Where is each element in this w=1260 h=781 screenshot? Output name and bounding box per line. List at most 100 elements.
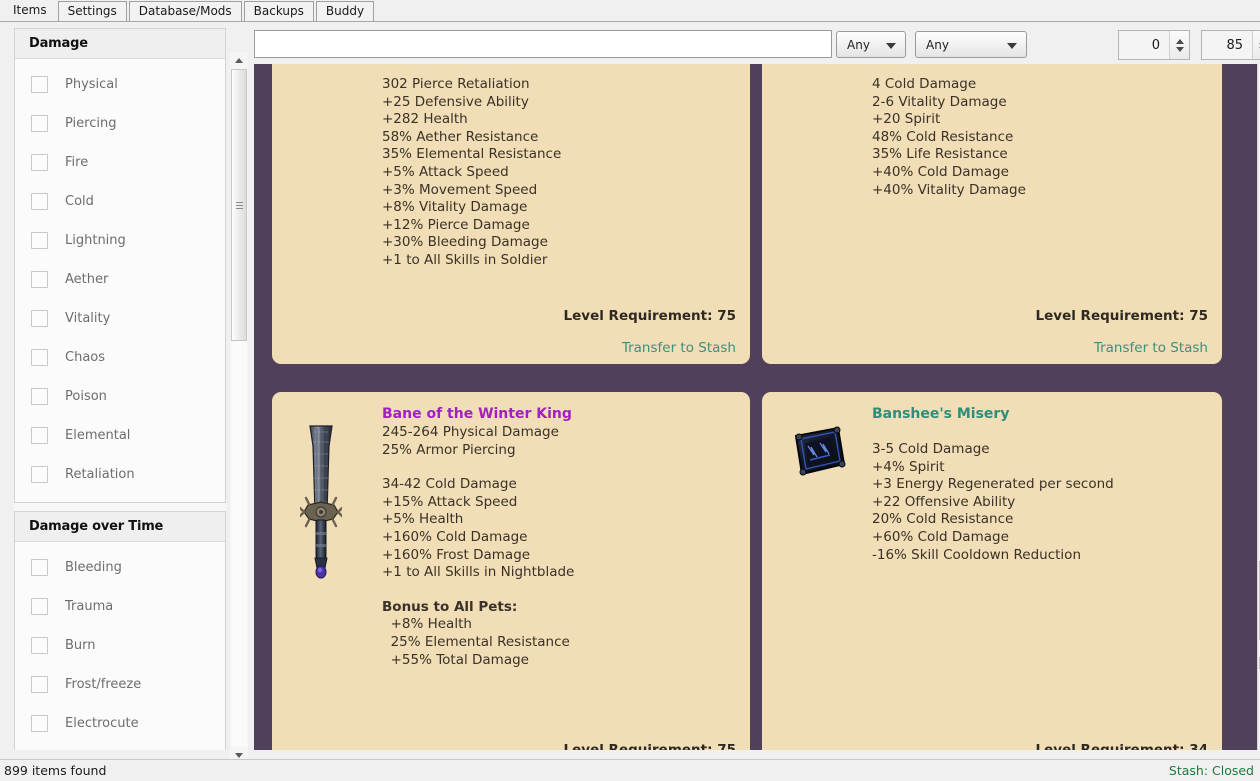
transfer-to-stash-link[interactable]: Transfer to Stash bbox=[622, 340, 736, 356]
item-stat: 34-42 Cold Damage bbox=[382, 476, 517, 493]
filter-group-damage-over-time: Damage over Time Bleeding Trauma Burn Fr… bbox=[14, 511, 226, 750]
filter-bleeding[interactable]: Bleeding bbox=[15, 548, 225, 587]
tab-database-mods[interactable]: Database/Mods bbox=[128, 1, 242, 21]
tab-settings[interactable]: Settings bbox=[57, 1, 127, 21]
items-panel: Any Any 0 85 302 Pierce Retaliation +25 … bbox=[250, 28, 1260, 750]
filter-burn[interactable]: Burn bbox=[15, 626, 225, 665]
quality-select[interactable]: Any bbox=[836, 31, 906, 58]
filter-label-bleeding: Bleeding bbox=[65, 560, 122, 575]
tab-buddy[interactable]: Buddy bbox=[315, 1, 375, 21]
chevron-down-icon bbox=[235, 753, 243, 758]
stepper-down-icon[interactable] bbox=[1175, 46, 1184, 52]
checkbox-piercing[interactable] bbox=[31, 115, 48, 132]
filter-trauma[interactable]: Trauma bbox=[15, 587, 225, 626]
level-max-stepper-buttons[interactable] bbox=[1252, 31, 1260, 59]
item-results-list[interactable]: 302 Pierce Retaliation +25 Defensive Abi… bbox=[254, 64, 1258, 750]
item-card[interactable]: 302 Pierce Retaliation +25 Defensive Abi… bbox=[272, 64, 750, 364]
filter-label-electrocute: Electrocute bbox=[65, 716, 139, 731]
checkbox-burn[interactable] bbox=[31, 637, 48, 654]
type-select[interactable]: Any bbox=[915, 31, 1027, 58]
item-card[interactable]: Banshee's Misery 3-5 Cold Damage +4% Spi… bbox=[762, 392, 1222, 750]
mace-icon bbox=[298, 420, 344, 583]
filter-label-frost-freeze: Frost/freeze bbox=[65, 677, 142, 692]
item-stat: +8% Health bbox=[382, 616, 472, 633]
items-found-status: 899 items found bbox=[4, 763, 107, 778]
item-card[interactable]: Bane of the Winter King 245-264 Physical… bbox=[272, 392, 750, 750]
checkbox-frost-freeze[interactable] bbox=[31, 676, 48, 693]
filter-fire[interactable]: Fire bbox=[15, 143, 225, 182]
item-card-inner: 4 Cold Damage 2-6 Vitality Damage +20 Sp… bbox=[762, 64, 1222, 364]
stepper-up-icon[interactable] bbox=[1175, 38, 1184, 44]
item-stat: +160% Frost Damage bbox=[382, 546, 531, 563]
level-max-stepper[interactable]: 85 bbox=[1201, 30, 1260, 60]
filter-group-dot-body: Bleeding Trauma Burn Frost/freeze Electr… bbox=[15, 542, 225, 750]
item-stat: +4% Spirit bbox=[872, 458, 945, 475]
filter-elemental[interactable]: Elemental bbox=[15, 416, 225, 455]
filter-frost-freeze[interactable]: Frost/freeze bbox=[15, 665, 225, 704]
tab-backups[interactable]: Backups bbox=[243, 1, 314, 21]
item-card-body: Banshee's Misery 3-5 Cold Damage +4% Spi… bbox=[872, 406, 1208, 564]
item-stat: 25% Elemental Resistance bbox=[382, 633, 570, 650]
filter-group-damage: Damage Physical Piercing Fire Cold Light… bbox=[14, 28, 226, 503]
filter-cold[interactable]: Cold bbox=[15, 182, 225, 221]
item-card-body: 302 Pierce Retaliation +25 Defensive Abi… bbox=[382, 76, 736, 270]
application-window: Items Settings Database/Mods Backups Bud… bbox=[0, 0, 1260, 781]
checkbox-aether[interactable] bbox=[31, 271, 48, 288]
checkbox-lightning[interactable] bbox=[31, 232, 48, 249]
checkbox-vitality[interactable] bbox=[31, 310, 48, 327]
item-stat: +5% Health bbox=[382, 511, 464, 528]
sidebar-scroll-up-button[interactable] bbox=[230, 52, 248, 69]
filter-retaliation[interactable]: Retaliation bbox=[15, 455, 225, 494]
sidebar-scrollbar[interactable] bbox=[230, 52, 248, 764]
checkbox-electrocute[interactable] bbox=[31, 715, 48, 732]
search-input[interactable] bbox=[254, 30, 832, 58]
item-stat: +282 Health bbox=[382, 111, 468, 128]
checkbox-physical[interactable] bbox=[31, 76, 48, 93]
stat-spacer bbox=[872, 424, 1208, 441]
filter-aether[interactable]: Aether bbox=[15, 260, 225, 299]
filter-poison[interactable]: Poison bbox=[15, 377, 225, 416]
checkbox-poison[interactable] bbox=[31, 388, 48, 405]
filter-electrocute[interactable]: Electrocute bbox=[15, 704, 225, 743]
transfer-to-stash-link[interactable]: Transfer to Stash bbox=[1094, 340, 1208, 356]
checkbox-trauma[interactable] bbox=[31, 598, 48, 615]
checkbox-elemental[interactable] bbox=[31, 427, 48, 444]
item-stat: +60% Cold Damage bbox=[872, 528, 1009, 545]
item-card-inner: 302 Pierce Retaliation +25 Defensive Abi… bbox=[272, 64, 750, 364]
checkbox-bleeding[interactable] bbox=[31, 559, 48, 576]
item-stat: +20 Spirit bbox=[872, 111, 941, 128]
level-min-stepper[interactable]: 0 bbox=[1118, 30, 1190, 60]
filter-group-damage-title: Damage bbox=[15, 29, 225, 59]
tab-items[interactable]: Items bbox=[4, 0, 56, 21]
item-stat: 48% Cold Resistance bbox=[872, 128, 1014, 145]
checkbox-fire[interactable] bbox=[31, 154, 48, 171]
filter-label-physical: Physical bbox=[65, 77, 118, 92]
tab-bar: Items Settings Database/Mods Backups Bud… bbox=[0, 0, 1260, 22]
filter-vitality[interactable]: Vitality bbox=[15, 299, 225, 338]
level-requirement: Level Requirement: 34 bbox=[1035, 742, 1208, 750]
filter-label-piercing: Piercing bbox=[65, 116, 117, 131]
checkbox-cold[interactable] bbox=[31, 193, 48, 210]
scroll-grip-icon bbox=[235, 200, 243, 211]
filter-physical[interactable]: Physical bbox=[15, 65, 225, 104]
filter-label-lightning: Lightning bbox=[65, 233, 126, 248]
chevron-down-icon bbox=[1007, 43, 1017, 49]
checkbox-chaos[interactable] bbox=[31, 349, 48, 366]
item-stat: +25 Defensive Ability bbox=[382, 93, 529, 110]
item-stat: 302 Pierce Retaliation bbox=[382, 76, 530, 92]
filter-label-retaliation: Retaliation bbox=[65, 467, 135, 482]
sidebar-scroll-track[interactable] bbox=[231, 69, 247, 747]
item-stat: +5% Attack Speed bbox=[382, 163, 509, 180]
filter-piercing[interactable]: Piercing bbox=[15, 104, 225, 143]
level-min-stepper-buttons[interactable] bbox=[1169, 31, 1189, 59]
item-stat: 3-5 Cold Damage bbox=[872, 441, 990, 457]
item-stat: +40% Vitality Damage bbox=[872, 181, 1026, 198]
item-stat: +22 Offensive Ability bbox=[872, 493, 1016, 510]
filter-lightning[interactable]: Lightning bbox=[15, 221, 225, 260]
filter-label-poison: Poison bbox=[65, 389, 107, 404]
item-stat: +15% Attack Speed bbox=[382, 493, 518, 510]
item-card[interactable]: 4 Cold Damage 2-6 Vitality Damage +20 Sp… bbox=[762, 64, 1222, 364]
checkbox-retaliation[interactable] bbox=[31, 466, 48, 483]
sidebar-scroll-thumb[interactable] bbox=[231, 69, 247, 341]
filter-chaos[interactable]: Chaos bbox=[15, 338, 225, 377]
